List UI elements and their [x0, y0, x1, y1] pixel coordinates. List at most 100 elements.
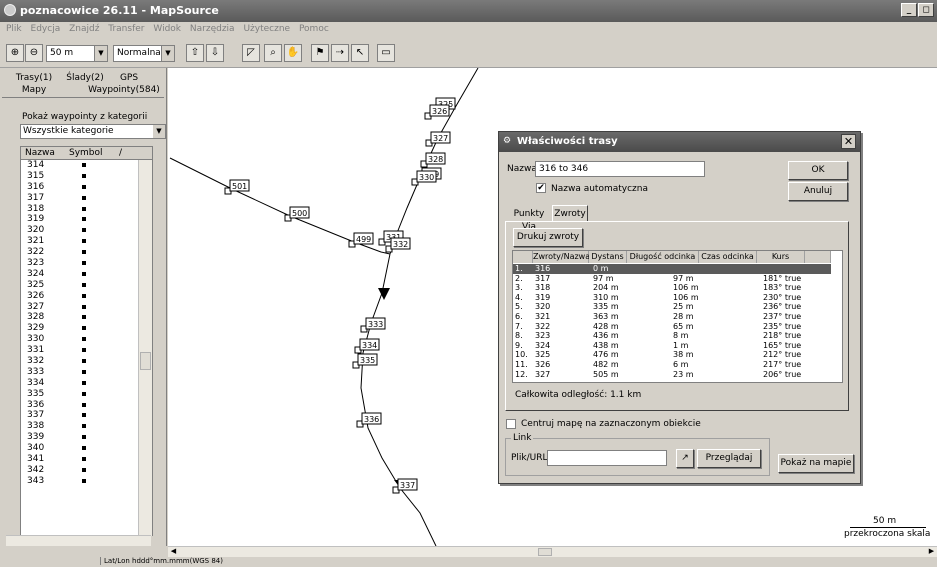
table-row[interactable]: 9. 324 438 m 1 m 165° true: [513, 341, 831, 351]
list-item[interactable]: 340: [21, 443, 152, 454]
list-item[interactable]: 317: [21, 193, 152, 204]
zoom-in-icon[interactable]: ⊕: [6, 44, 24, 62]
list-item[interactable]: 323: [21, 258, 152, 269]
list-item[interactable]: 321: [21, 236, 152, 247]
list-item[interactable]: 330: [21, 334, 152, 345]
tab-waypoints[interactable]: Waypointy(584): [84, 85, 164, 95]
tab-turns[interactable]: Zwroty: [552, 205, 588, 222]
waypoint-list-scrollbar[interactable]: [138, 160, 152, 536]
close-icon[interactable]: ✕: [841, 134, 856, 149]
list-item[interactable]: 338: [21, 421, 152, 432]
table-row[interactable]: 7. 322 428 m 65 m 235° true: [513, 322, 831, 332]
receive-from-device-icon[interactable]: ⇩: [206, 44, 224, 62]
table-row[interactable]: 8. 323 436 m 8 m 218° true: [513, 331, 831, 341]
list-horizontal-scrollbar[interactable]: [6, 535, 151, 546]
zoom-level-select[interactable]: 50 m ▼: [46, 45, 108, 62]
ruler-tool-icon[interactable]: ▭: [377, 44, 395, 62]
table-row[interactable]: 5. 320 335 m 25 m 236° true: [513, 302, 831, 312]
tab-gps[interactable]: GPS: [114, 73, 144, 83]
auto-name-checkbox[interactable]: ✔: [536, 183, 546, 193]
menu-file[interactable]: Plik: [6, 24, 22, 34]
column-symbol[interactable]: Symbol: [69, 148, 103, 158]
tab-via-points[interactable]: Punkty Via: [508, 208, 550, 232]
table-row[interactable]: 2. 317 97 m 97 m 181° true: [513, 274, 831, 284]
list-item[interactable]: 316: [21, 181, 152, 193]
col-distance[interactable]: Dystans: [589, 251, 627, 263]
scroll-right-icon[interactable]: ▶: [926, 547, 937, 557]
scroll-thumb[interactable]: [538, 548, 552, 556]
list-item[interactable]: 322: [21, 247, 152, 258]
print-turns-button[interactable]: Drukuj zwroty: [513, 228, 583, 247]
table-row[interactable]: 3. 318 204 m 106 m 183° true: [513, 283, 831, 293]
map-horizontal-scrollbar[interactable]: ◀ ▶: [168, 546, 937, 557]
menu-help[interactable]: Pomoc: [299, 24, 329, 34]
send-to-device-icon[interactable]: ⇧: [186, 44, 204, 62]
table-row[interactable]: 11. 326 482 m 6 m 217° true: [513, 360, 831, 370]
turns-table[interactable]: Zwroty/Nazwa Dystans Długość odcinka Cza…: [512, 250, 843, 383]
menu-find[interactable]: Znajdź: [69, 24, 99, 34]
show-on-map-button[interactable]: Pokaż na mapie: [778, 454, 854, 473]
list-item[interactable]: 333: [21, 367, 152, 378]
table-row[interactable]: 12. 327 505 m 23 m 206° true: [513, 370, 831, 380]
col-leg-time[interactable]: Czas odcinka: [699, 251, 757, 263]
list-item[interactable]: 342: [21, 465, 152, 476]
list-item[interactable]: 334: [21, 378, 152, 389]
list-item[interactable]: 335: [21, 389, 152, 400]
list-item[interactable]: 332: [21, 356, 152, 367]
list-item[interactable]: 341: [21, 454, 152, 465]
category-select[interactable]: Wszystkie kategorie ▼: [20, 124, 166, 139]
list-item[interactable]: 319: [21, 214, 152, 225]
tab-routes[interactable]: Trasy(1): [14, 73, 54, 83]
detail-level-select[interactable]: Normalna ▼: [113, 45, 175, 62]
scroll-left-icon[interactable]: ◀: [168, 547, 179, 557]
menu-edit[interactable]: Edycja: [31, 24, 61, 34]
list-item[interactable]: 320: [21, 225, 152, 236]
list-item[interactable]: 336: [21, 400, 152, 411]
file-url-input[interactable]: [547, 450, 667, 466]
list-item[interactable]: 343: [21, 476, 152, 487]
list-item[interactable]: 315: [21, 170, 152, 182]
list-item[interactable]: 331: [21, 345, 152, 356]
col-turn-name[interactable]: Zwroty/Nazwa: [533, 251, 590, 263]
list-item[interactable]: 337: [21, 410, 152, 421]
list-item[interactable]: 325: [21, 280, 152, 291]
zoom-out-icon[interactable]: ⊖: [25, 44, 43, 62]
table-row[interactable]: 4. 319 310 m 106 m 230° true: [513, 293, 831, 303]
table-row[interactable]: 6. 321 363 m 28 m 237° true: [513, 312, 831, 322]
route-tool-icon[interactable]: ⇢: [331, 44, 349, 62]
table-row[interactable]: 1. 316 0 m: [513, 264, 831, 274]
list-item[interactable]: 318: [21, 204, 152, 215]
menu-view[interactable]: Widok: [153, 24, 181, 34]
list-item[interactable]: 328: [21, 312, 152, 323]
scroll-thumb[interactable]: [140, 352, 151, 370]
menu-utilities[interactable]: Użyteczne: [243, 24, 290, 34]
open-link-icon[interactable]: ↗: [676, 449, 694, 468]
select-area-icon[interactable]: ◸: [242, 44, 260, 62]
minimize-button[interactable]: _: [901, 3, 917, 17]
cancel-button[interactable]: Anuluj: [788, 182, 848, 201]
list-item[interactable]: 327: [21, 302, 152, 313]
list-item[interactable]: 314: [21, 160, 152, 171]
center-map-checkbox[interactable]: [506, 419, 516, 429]
tab-maps[interactable]: Mapy: [14, 85, 54, 95]
pointer-tool-icon[interactable]: ↖: [351, 44, 369, 62]
waypoint-flag-icon[interactable]: ⚑: [311, 44, 329, 62]
col-course[interactable]: Kurs: [757, 251, 805, 263]
restore-button[interactable]: ◻: [918, 3, 934, 17]
menu-transfer[interactable]: Transfer: [108, 24, 144, 34]
column-name[interactable]: Nazwa: [25, 148, 55, 158]
pan-hand-icon[interactable]: ✋: [284, 44, 302, 62]
table-row[interactable]: 10. 325 476 m 38 m 212° true: [513, 350, 831, 360]
browse-button[interactable]: Przeglądaj: [697, 449, 761, 468]
menu-tools[interactable]: Narzędzia: [190, 24, 235, 34]
waypoint-list[interactable]: Nazwa Symbol / 314 315 316 317 318 319 320 321 3…: [20, 146, 153, 536]
ok-button[interactable]: OK: [788, 161, 848, 180]
col-leg-length[interactable]: Długość odcinka: [627, 251, 699, 263]
tab-tracks[interactable]: Ślady(2): [64, 73, 106, 83]
route-name-input[interactable]: 316 to 346: [535, 161, 705, 177]
list-item[interactable]: 324: [21, 269, 152, 280]
list-item[interactable]: 326: [21, 291, 152, 302]
list-item[interactable]: 339: [21, 432, 152, 443]
list-item[interactable]: 329: [21, 323, 152, 334]
zoom-tool-icon[interactable]: ⌕: [264, 44, 282, 62]
